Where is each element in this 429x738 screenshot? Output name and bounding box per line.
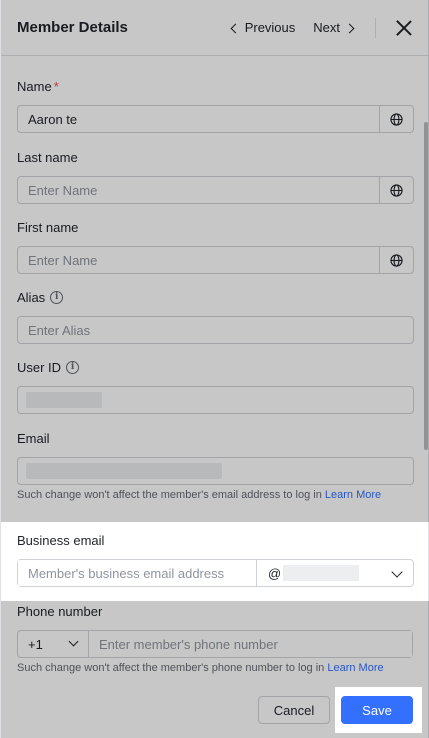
- email-learn-more-link[interactable]: Learn More: [325, 489, 381, 501]
- first-name-globe-button[interactable]: [379, 247, 413, 273]
- email-domain-select[interactable]: @: [256, 559, 414, 587]
- globe-icon: [390, 253, 403, 267]
- user-id-redacted-value: [26, 392, 102, 408]
- email-help-text: Such change won't affect the member's em…: [17, 489, 381, 501]
- chevron-down-icon: [68, 636, 79, 647]
- globe-icon: [390, 183, 403, 197]
- business-email-field: [17, 559, 257, 587]
- first-name-input[interactable]: [18, 247, 379, 273]
- last-name-label: Last name: [17, 150, 78, 165]
- save-button[interactable]: Save: [341, 696, 413, 724]
- phone-learn-more-link[interactable]: Learn More: [327, 662, 383, 674]
- name-label-text: Name: [17, 79, 52, 94]
- next-label: Next: [313, 20, 340, 35]
- phone-help-message: Such change won't affect the member's ph…: [17, 662, 325, 674]
- email-help-message: Such change won't affect the member's em…: [17, 489, 322, 501]
- first-name-label: First name: [17, 220, 79, 235]
- phone-field: [88, 630, 413, 658]
- name-globe-button[interactable]: [379, 106, 413, 132]
- business-email-label: Business email: [17, 533, 105, 548]
- last-name-field: [17, 176, 414, 204]
- phone-label: Phone number: [17, 604, 103, 619]
- name-field: [17, 105, 414, 133]
- alias-input[interactable]: [18, 317, 413, 343]
- alias-field: [17, 316, 414, 344]
- globe-icon: [390, 112, 403, 126]
- email-field[interactable]: [17, 457, 414, 485]
- country-code-value: +1: [28, 636, 43, 652]
- previous-label: Previous: [244, 20, 296, 35]
- panel-header: Member Details Previous Next: [1, 0, 428, 56]
- info-icon[interactable]: i: [50, 291, 64, 304]
- country-code-select[interactable]: +1: [17, 630, 89, 658]
- user-id-label-text: User ID: [17, 360, 62, 375]
- last-name-input[interactable]: [18, 177, 379, 203]
- dim-overlay-bottom-strip: [335, 733, 422, 738]
- user-id-field[interactable]: [17, 386, 414, 414]
- last-name-globe-button[interactable]: [379, 177, 413, 203]
- email-label: Email: [17, 431, 50, 446]
- email-redacted-value: [26, 463, 222, 479]
- previous-button[interactable]: Previous: [230, 20, 296, 35]
- domain-redacted-value: [283, 565, 360, 581]
- panel-title: Member Details: [17, 19, 128, 36]
- scrollbar[interactable]: [424, 122, 428, 450]
- required-mark: *: [53, 79, 59, 94]
- name-input[interactable]: [18, 106, 379, 132]
- phone-input[interactable]: [89, 631, 412, 657]
- name-label: Name *: [17, 79, 59, 94]
- member-details-panel: Member Details Previous Next Name* Last …: [0, 0, 429, 738]
- user-id-label: User ID i: [17, 360, 80, 375]
- alias-label-text: Alias: [17, 290, 46, 305]
- chevron-down-icon: [391, 566, 403, 578]
- first-name-field: [17, 246, 414, 274]
- header-divider: [375, 17, 376, 38]
- alias-label: Alias i: [17, 290, 64, 305]
- domain-at-sign: @: [268, 565, 282, 581]
- close-icon[interactable]: [396, 20, 412, 36]
- business-email-input[interactable]: [18, 560, 257, 586]
- chevron-left-icon: [230, 23, 241, 33]
- info-icon[interactable]: i: [66, 361, 80, 374]
- phone-help-text: Such change won't affect the member's ph…: [17, 662, 384, 674]
- chevron-right-icon: [344, 23, 355, 33]
- cancel-button[interactable]: Cancel: [258, 696, 330, 724]
- next-button[interactable]: Next: [313, 20, 355, 35]
- dim-overlay-bottom-right: [422, 687, 429, 738]
